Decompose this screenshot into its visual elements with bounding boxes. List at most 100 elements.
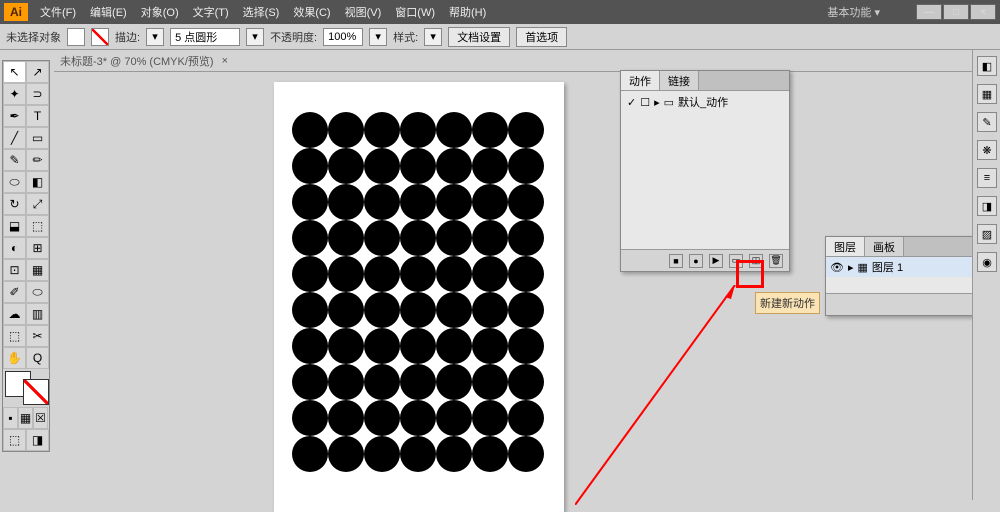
zoom-tool[interactable]: Q — [26, 347, 49, 369]
circle-shape[interactable] — [436, 292, 472, 328]
circle-shape[interactable] — [400, 112, 436, 148]
circle-shape[interactable] — [508, 112, 544, 148]
circle-shape[interactable] — [472, 400, 508, 436]
circle-shape[interactable] — [436, 220, 472, 256]
circle-shape[interactable] — [508, 436, 544, 472]
stop-icon[interactable]: ■ — [669, 254, 683, 268]
mesh-tool[interactable]: ⊡ — [3, 259, 26, 281]
circle-shape[interactable] — [328, 328, 364, 364]
rect-tool[interactable]: ▭ — [26, 127, 49, 149]
color-panel-icon[interactable]: ◧ — [977, 56, 997, 76]
circle-shape[interactable] — [508, 256, 544, 292]
eraser-tool[interactable]: ◧ — [26, 171, 49, 193]
circle-shape[interactable] — [292, 112, 328, 148]
transparency-icon[interactable]: ▨ — [977, 224, 997, 244]
width-tool[interactable]: ⬓ — [3, 215, 26, 237]
visibility-icon[interactable]: 👁 — [830, 261, 844, 274]
circle-shape[interactable] — [436, 184, 472, 220]
gradient-tool[interactable]: ▦ — [26, 259, 49, 281]
trash-icon[interactable]: 🗑 — [769, 254, 783, 268]
magic-wand-tool[interactable]: ✦ — [3, 83, 26, 105]
menu-window[interactable]: 窗口(W) — [389, 2, 441, 22]
hand-tool[interactable]: ✋ — [3, 347, 26, 369]
rotate-tool[interactable]: ↻ — [3, 193, 26, 215]
menu-type[interactable]: 文字(T) — [187, 2, 235, 22]
circle-shape[interactable] — [436, 400, 472, 436]
circle-shape[interactable] — [400, 400, 436, 436]
circle-shape[interactable] — [400, 148, 436, 184]
circle-shape[interactable] — [364, 364, 400, 400]
color-mode[interactable]: ▪ — [3, 407, 18, 429]
pencil-tool[interactable]: ✏ — [26, 149, 49, 171]
circle-shape[interactable] — [292, 436, 328, 472]
record-icon[interactable]: ● — [689, 254, 703, 268]
gradient-mode[interactable]: ▦ — [18, 407, 33, 429]
style-dropdown[interactable]: ▾ — [424, 28, 442, 46]
selection-tool[interactable]: ↖ — [3, 61, 26, 83]
circle-shape[interactable] — [400, 364, 436, 400]
menu-view[interactable]: 视图(V) — [339, 2, 388, 22]
stroke-color[interactable] — [23, 379, 49, 405]
lasso-tool[interactable]: ⊃ — [26, 83, 49, 105]
menu-edit[interactable]: 编辑(E) — [84, 2, 133, 22]
circle-shape[interactable] — [292, 220, 328, 256]
min-button[interactable]: — — [916, 4, 942, 20]
circle-shape[interactable] — [328, 220, 364, 256]
toggle-icon[interactable]: ☐ — [640, 96, 650, 109]
brush-field[interactable]: 5 点圆形 — [170, 28, 240, 46]
circle-shape[interactable] — [292, 256, 328, 292]
actions-tab[interactable]: 动作 — [621, 71, 660, 90]
circle-shape[interactable] — [508, 328, 544, 364]
artboard-tool[interactable]: ⬚ — [3, 325, 26, 347]
checkbox-icon[interactable]: ✓ — [627, 96, 636, 109]
close-button[interactable]: × — [970, 4, 996, 20]
circle-shape[interactable] — [292, 328, 328, 364]
circle-shape[interactable] — [436, 436, 472, 472]
document-tab[interactable]: 未标题-3* @ 70% (CMYK/预览) × — [54, 50, 1000, 72]
opacity-label[interactable]: 不透明度: — [270, 29, 317, 45]
opacity-field[interactable]: 100% — [323, 28, 363, 46]
circle-shape[interactable] — [400, 256, 436, 292]
circle-shape[interactable] — [508, 364, 544, 400]
menu-object[interactable]: 对象(O) — [135, 2, 185, 22]
swatches-panel-icon[interactable]: ▦ — [977, 84, 997, 104]
circle-shape[interactable] — [364, 328, 400, 364]
circle-shape[interactable] — [508, 292, 544, 328]
stroke-weight-dropdown[interactable]: ▾ — [146, 28, 164, 46]
circle-shape[interactable] — [364, 184, 400, 220]
circle-shape[interactable] — [364, 148, 400, 184]
circle-shape[interactable] — [400, 292, 436, 328]
circle-shape[interactable] — [364, 400, 400, 436]
links-tab[interactable]: 链接 — [660, 71, 699, 90]
circle-shape[interactable] — [472, 220, 508, 256]
perspective-tool[interactable]: ⊞ — [26, 237, 49, 259]
circle-shape[interactable] — [328, 112, 364, 148]
circle-shape[interactable] — [292, 400, 328, 436]
layer-row[interactable]: 👁 ▸ ▦ 图层 1 ○ — [826, 257, 982, 277]
type-tool[interactable]: T — [26, 105, 49, 127]
circle-shape[interactable] — [508, 184, 544, 220]
direct-select-tool[interactable]: ↗ — [26, 61, 49, 83]
scale-tool[interactable]: ⤢ — [26, 193, 49, 215]
circle-shape[interactable] — [328, 400, 364, 436]
circle-shape[interactable] — [400, 184, 436, 220]
play-icon[interactable]: ▶ — [709, 254, 723, 268]
circle-shape[interactable] — [472, 364, 508, 400]
menu-select[interactable]: 选择(S) — [237, 2, 286, 22]
blend-tool[interactable]: ⬭ — [26, 281, 49, 303]
circle-shape[interactable] — [472, 112, 508, 148]
circle-shape[interactable] — [328, 148, 364, 184]
gradient-panel-icon[interactable]: ◨ — [977, 196, 997, 216]
menu-help[interactable]: 帮助(H) — [443, 2, 492, 22]
brushes-panel-icon[interactable]: ✎ — [977, 112, 997, 132]
circle-shape[interactable] — [508, 148, 544, 184]
opacity-dropdown[interactable]: ▾ — [369, 28, 387, 46]
close-tab-icon[interactable]: × — [222, 55, 228, 67]
none-mode[interactable]: ☒ — [33, 407, 48, 429]
stroke-panel-icon[interactable]: ≡ — [977, 168, 997, 188]
screen-mode[interactable]: ⬚ — [3, 429, 26, 451]
symbol-tool[interactable]: ☁ — [3, 303, 26, 325]
circle-shape[interactable] — [364, 436, 400, 472]
circle-shape[interactable] — [292, 292, 328, 328]
free-transform-tool[interactable]: ⬚ — [26, 215, 49, 237]
